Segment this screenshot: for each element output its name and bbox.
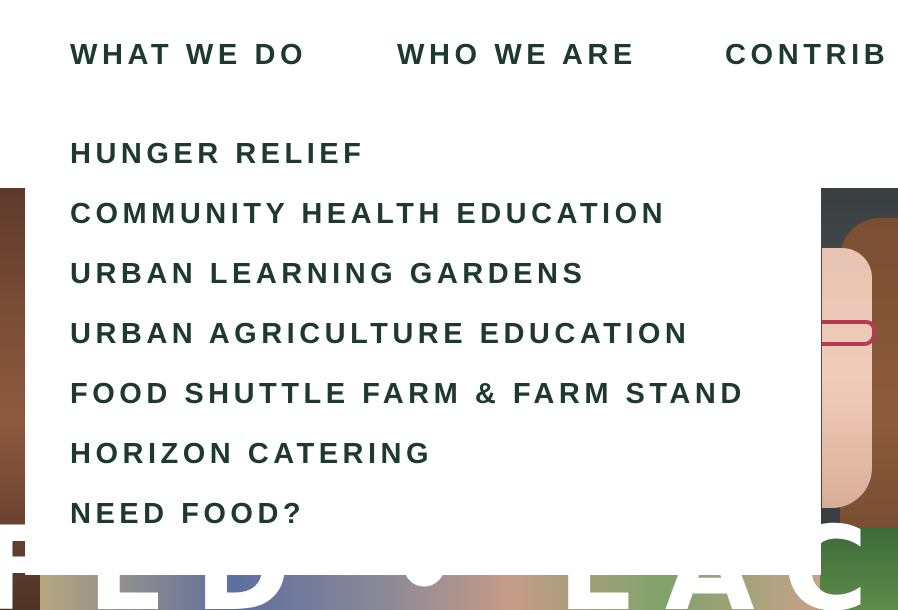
menu-item-hunger-relief[interactable]: HUNGER RELIEF (70, 136, 746, 196)
menu-item-urban-agriculture-education[interactable]: URBAN AGRICULTURE EDUCATION (70, 316, 746, 376)
dropdown-list: HUNGER RELIEF COMMUNITY HEALTH EDUCATION… (70, 136, 746, 556)
nav-item-contribute[interactable]: CONTRIB (725, 38, 889, 72)
menu-item-need-food[interactable]: NEED FOOD? (70, 496, 746, 556)
menu-item-community-health-education[interactable]: COMMUNITY HEALTH EDUCATION (70, 196, 746, 256)
nav-item-who-we-are[interactable]: WHO WE ARE (397, 38, 637, 72)
menu-item-urban-learning-gardens[interactable]: URBAN LEARNING GARDENS (70, 256, 746, 316)
menu-item-horizon-catering[interactable]: HORIZON CATERING (70, 436, 746, 496)
what-we-do-dropdown-menu: HUNGER RELIEF COMMUNITY HEALTH EDUCATION… (25, 110, 821, 575)
main-navigation: WHAT WE DO WHO WE ARE CONTRIB (0, 0, 898, 110)
hero-photo-glasses (822, 320, 876, 346)
hero-photo-person-right (822, 248, 872, 508)
menu-item-farm-and-farm-stand[interactable]: FOOD SHUTTLE FARM & FARM STAND (70, 376, 746, 436)
nav-item-what-we-do[interactable]: WHAT WE DO (70, 38, 307, 72)
